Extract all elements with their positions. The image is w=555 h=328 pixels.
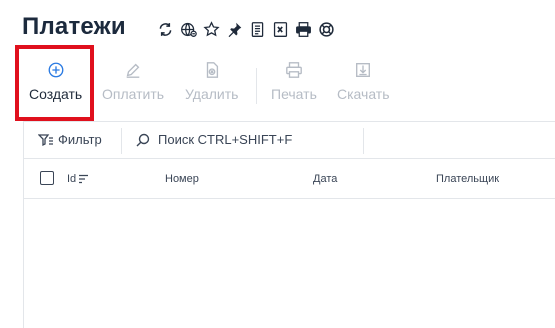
page-title: Платежи [22,13,126,40]
download-label: Скачать [337,86,390,102]
delete-button[interactable]: Удалить [185,60,238,102]
filter-bar: Фильтр Поиск CTRL+SHIFT+F [24,122,555,159]
document-icon[interactable] [248,20,267,39]
pin-icon[interactable] [225,20,244,39]
delete-label: Удалить [185,86,239,102]
sort-icon [79,174,89,184]
column-header-payer[interactable]: Плательщик [436,173,499,185]
pay-button[interactable]: Оплатить [102,60,164,102]
excel-icon[interactable] [271,20,290,39]
delete-document-icon [203,60,221,80]
lifebuoy-icon[interactable] [317,20,336,39]
star-icon[interactable] [202,20,221,39]
download-icon [354,60,372,80]
column-header-id[interactable]: Id [67,173,89,185]
search-icon [136,133,150,146]
table-header: Id Номер Дата Плательщик [24,159,555,199]
payments-grid: Фильтр Поиск CTRL+SHIFT+F Id Номер Дата … [23,121,555,328]
highlight-box [15,45,94,121]
print-button[interactable]: Печать [271,60,317,102]
toolbar-divider [256,68,257,104]
refresh-icon[interactable] [156,20,175,39]
pencil-icon [124,60,142,80]
filter-divider [121,128,122,154]
pay-label: Оплатить [102,86,165,102]
filter-button[interactable]: Фильтр [38,132,102,147]
title-actions [156,20,336,39]
printer-icon[interactable] [294,20,313,39]
search-input[interactable]: Поиск CTRL+SHIFT+F [136,132,292,147]
globe-icon[interactable] [179,20,198,39]
column-header-date[interactable]: Дата [313,173,337,185]
select-all-checkbox[interactable] [40,171,54,185]
filter-label: Фильтр [58,132,102,147]
search-placeholder: Поиск CTRL+SHIFT+F [158,132,293,147]
column-header-number[interactable]: Номер [165,173,199,185]
download-button[interactable]: Скачать [337,60,390,102]
printer-icon [285,60,303,80]
print-label: Печать [271,86,317,102]
search-divider [363,128,364,154]
filter-icon [38,133,53,146]
